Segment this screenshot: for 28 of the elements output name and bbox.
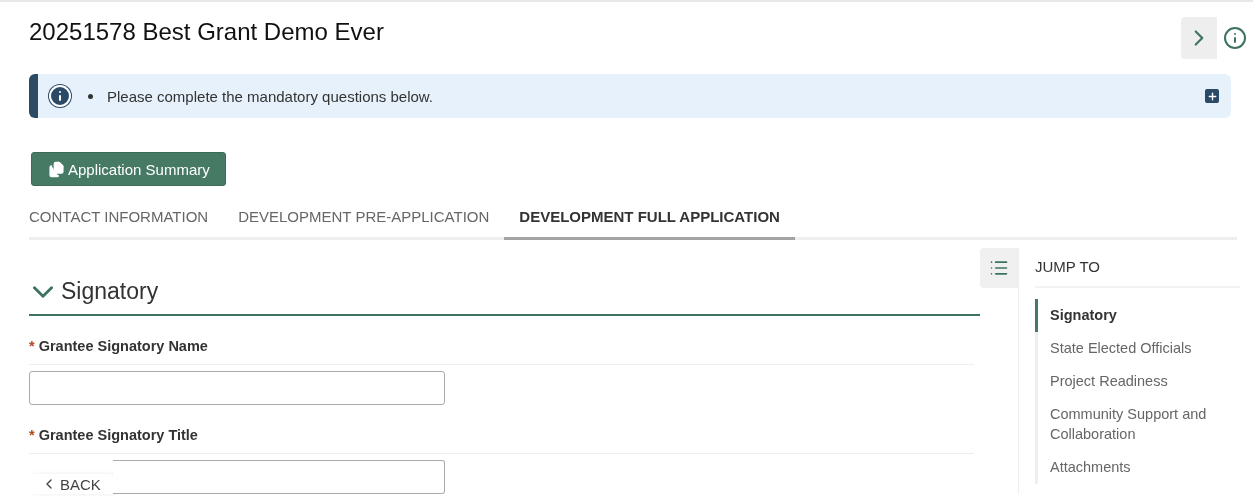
nav-link[interactable]: Project Readiness	[1035, 365, 1240, 398]
page-title: 20251578 Best Grant Demo Ever	[29, 18, 384, 46]
list-icon[interactable]	[980, 248, 1018, 288]
back-button[interactable]: BACK	[29, 474, 113, 494]
expand-button[interactable]	[1205, 89, 1219, 103]
bullet-icon	[88, 93, 93, 99]
jump-to-heading: JUMP TO	[1035, 258, 1240, 288]
info-icon	[1223, 26, 1247, 50]
required-mark: *	[29, 427, 35, 443]
input-field[interactable]	[113, 460, 445, 494]
nav-link[interactable]: Signatory	[1035, 299, 1240, 332]
tab[interactable]: CONTACT INFORMATION	[29, 195, 224, 240]
input-field[interactable]	[29, 371, 445, 405]
tab[interactable]: DEVELOPMENT FULL APPLICATION	[504, 195, 795, 240]
nav-link[interactable]: Community Support and Collaboration	[1035, 398, 1240, 451]
alert-message: Please complete the mandatory questions below.	[107, 87, 435, 105]
field-label: Grantee Signatory Title	[38, 427, 198, 443]
info-icon	[48, 84, 72, 108]
files-icon	[48, 160, 65, 178]
required-mark: *	[29, 338, 35, 354]
field-label: Grantee Signatory Name	[38, 338, 208, 354]
nav-link[interactable]: State Elected Officials	[1035, 332, 1240, 365]
nav-link[interactable]: Attachments	[1035, 451, 1240, 484]
tab[interactable]: DEVELOPMENT PRE-APPLICATION	[223, 195, 505, 240]
chevron-down-icon	[33, 285, 53, 298]
section-header[interactable]: Signatory	[29, 248, 980, 316]
expand-panel-button[interactable]	[1181, 17, 1217, 59]
application-summary-button[interactable]: Application Summary	[31, 152, 226, 186]
